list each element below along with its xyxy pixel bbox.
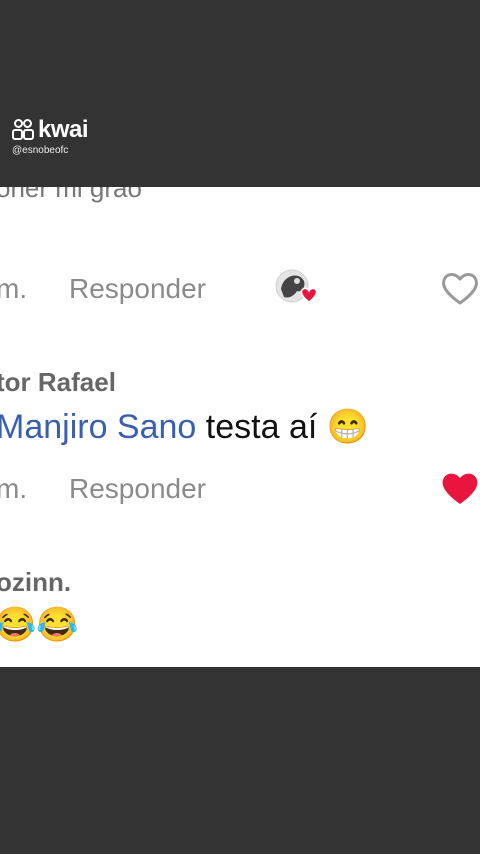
reply-button[interactable]: Responder xyxy=(69,473,206,505)
comment-author[interactable]: ozinn. xyxy=(0,567,71,598)
comment-body: Manjiro Sano testa aí 😁 xyxy=(0,407,369,447)
laughing-emojis: 😂😂 xyxy=(0,606,79,644)
video-bottom-area xyxy=(0,667,480,854)
mention-link[interactable]: Manjiro Sano xyxy=(0,408,196,446)
kwai-brand: kwai xyxy=(38,116,89,143)
like-button[interactable] xyxy=(440,271,480,307)
grin-emoji: 😁 xyxy=(326,408,370,446)
heart-filled-icon xyxy=(442,473,478,504)
comment-author[interactable]: tor Rafael xyxy=(0,367,116,398)
avatar-with-heart-icon xyxy=(275,267,321,307)
reply-button[interactable]: Responder xyxy=(69,273,206,305)
comments-panel: oner mi grao m. Responder tor Rafael Man… xyxy=(0,187,480,667)
watermark-handle: @esnobeofc xyxy=(12,145,69,156)
heart-outline-icon xyxy=(442,273,478,305)
kwai-watermark: kwai @esnobeofc xyxy=(12,116,89,156)
like-button-liked[interactable] xyxy=(440,471,480,507)
comment-text: testa aí xyxy=(205,408,318,446)
video-top-area: kwai @esnobeofc xyxy=(0,0,480,187)
comment-text-cut: oner mi grao xyxy=(0,187,142,203)
comment-timestamp: m. xyxy=(0,473,28,504)
comment-timestamp: m. xyxy=(0,273,28,304)
kwai-logo-icon xyxy=(12,119,36,141)
